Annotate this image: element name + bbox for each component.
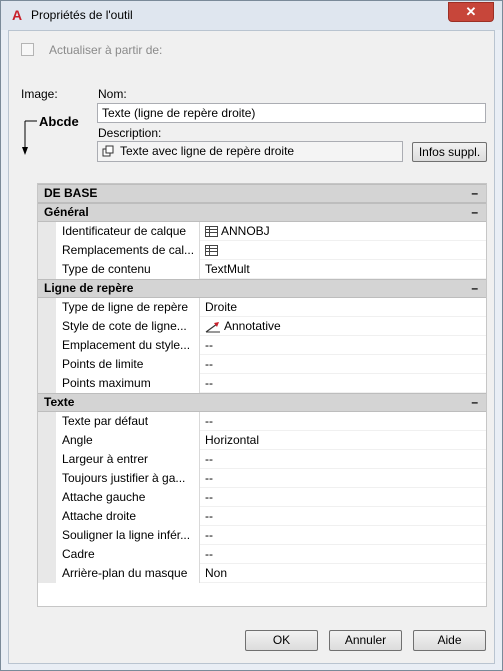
window-title: Propriétés de l'outil <box>31 8 133 22</box>
tool-properties-dialog: A Propriétés de l'outil ✕ Actualiser à p… <box>0 0 503 671</box>
property-name: Toujours justifier à ga... <box>38 469 200 488</box>
property-name: Souligner la ligne infér... <box>38 526 200 545</box>
property-value-text: ANNOBJ <box>221 224 270 238</box>
section-title: Texte <box>44 395 75 409</box>
property-value[interactable]: TextMult <box>200 260 486 279</box>
property-name: Attache gauche <box>38 488 200 507</box>
name-label: Nom: <box>98 87 127 101</box>
description-label: Description: <box>98 126 162 140</box>
help-button[interactable]: Aide <box>413 630 486 651</box>
property-row[interactable]: Toujours justifier à ga... -- <box>38 469 486 488</box>
property-row[interactable]: Type de contenu TextMult <box>38 260 486 279</box>
property-name: Texte par défaut <box>38 412 200 431</box>
property-value[interactable]: -- <box>200 469 486 488</box>
property-row[interactable]: Arrière-plan du masque Non <box>38 564 486 583</box>
property-row[interactable]: Remplacements de cal... <box>38 241 486 260</box>
property-row[interactable]: Souligner la ligne infér... -- <box>38 526 486 545</box>
preview-text: Abcde <box>39 114 79 129</box>
property-value[interactable]: -- <box>200 507 486 526</box>
property-name: Angle <box>38 431 200 450</box>
property-grid: DE BASE – Général – Identificateur de ca… <box>37 183 487 607</box>
property-name: Style de cote de ligne... <box>38 317 200 336</box>
section-title: DE BASE <box>44 186 98 200</box>
property-name: Type de contenu <box>38 260 200 279</box>
property-value[interactable]: -- <box>200 355 486 374</box>
property-row[interactable]: Style de cote de ligne... Annotative <box>38 317 486 336</box>
property-row[interactable]: Largeur à entrer -- <box>38 450 486 469</box>
property-name: Cadre <box>38 545 200 564</box>
property-value[interactable]: Horizontal <box>200 431 486 450</box>
property-row[interactable]: Attache gauche -- <box>38 488 486 507</box>
property-name: Arrière-plan du masque <box>38 564 200 583</box>
annotative-style-icon <box>205 321 220 333</box>
collapse-icon[interactable]: – <box>471 394 478 411</box>
section-header-leader[interactable]: Ligne de repère – <box>38 279 486 298</box>
property-value[interactable]: -- <box>200 450 486 469</box>
section-header-text[interactable]: Texte – <box>38 393 486 412</box>
property-name: Identificateur de calque <box>38 222 200 241</box>
property-value-text: Annotative <box>224 319 281 333</box>
property-row[interactable]: Angle Horizontal <box>38 431 486 450</box>
property-row[interactable]: Type de ligne de repère Droite <box>38 298 486 317</box>
cancel-button[interactable]: Annuler <box>329 630 402 651</box>
property-name: Remplacements de cal... <box>38 241 200 260</box>
property-value[interactable]: Droite <box>200 298 486 317</box>
property-name: Points maximum <box>38 374 200 393</box>
property-row[interactable]: Points maximum -- <box>38 374 486 393</box>
more-info-button[interactable]: Infos suppl. <box>412 142 487 162</box>
property-value[interactable]: -- <box>200 412 486 431</box>
tool-preview-image: Abcde <box>19 111 89 161</box>
section-title: Ligne de repère <box>44 281 134 295</box>
property-row[interactable]: Cadre -- <box>38 545 486 564</box>
property-row[interactable]: Identificateur de calque ANNOBJ <box>38 222 486 241</box>
property-value[interactable]: Non <box>200 564 486 583</box>
property-value[interactable]: ANNOBJ <box>200 222 486 241</box>
property-value[interactable]: -- <box>200 526 486 545</box>
close-button[interactable]: ✕ <box>448 2 494 22</box>
description-field[interactable]: Texte avec ligne de repère droite <box>97 141 403 162</box>
property-name: Emplacement du style... <box>38 336 200 355</box>
section-header-basic[interactable]: DE BASE – <box>38 184 486 203</box>
property-name: Attache droite <box>38 507 200 526</box>
collapse-icon[interactable]: – <box>471 204 478 221</box>
property-row[interactable]: Points de limite -- <box>38 355 486 374</box>
update-from-label: Actualiser à partir de: <box>49 43 163 57</box>
section-title: Général <box>44 205 89 219</box>
property-row[interactable]: Texte par défaut -- <box>38 412 486 431</box>
update-from-checkbox[interactable] <box>21 43 34 56</box>
property-name: Points de limite <box>38 355 200 374</box>
title-bar: A Propriétés de l'outil ✕ <box>1 1 502 30</box>
property-value[interactable]: -- <box>200 336 486 355</box>
collapse-icon[interactable]: – <box>471 280 478 297</box>
layer-icon <box>205 226 218 238</box>
collapse-icon[interactable]: – <box>471 185 478 202</box>
property-row[interactable]: Attache droite -- <box>38 507 486 526</box>
layer-icon <box>205 245 218 257</box>
property-name: Largeur à entrer <box>38 450 200 469</box>
description-value: Texte avec ligne de repère droite <box>120 144 295 158</box>
section-header-general[interactable]: Général – <box>38 203 486 222</box>
autocad-logo-icon: A <box>11 7 23 23</box>
property-value[interactable]: -- <box>200 374 486 393</box>
property-name: Type de ligne de repère <box>38 298 200 317</box>
property-row[interactable]: Emplacement du style... -- <box>38 336 486 355</box>
property-value[interactable] <box>200 241 486 260</box>
dialog-body: Actualiser à partir de: Image: Abcde Nom… <box>8 30 495 664</box>
ok-button[interactable]: OK <box>245 630 318 651</box>
name-input[interactable]: Texte (ligne de repère droite) <box>97 103 486 123</box>
property-value[interactable]: Annotative <box>200 317 486 336</box>
property-value[interactable]: -- <box>200 545 486 564</box>
property-value[interactable]: -- <box>200 488 486 507</box>
copy-icon <box>102 145 114 157</box>
image-label: Image: <box>21 87 58 101</box>
